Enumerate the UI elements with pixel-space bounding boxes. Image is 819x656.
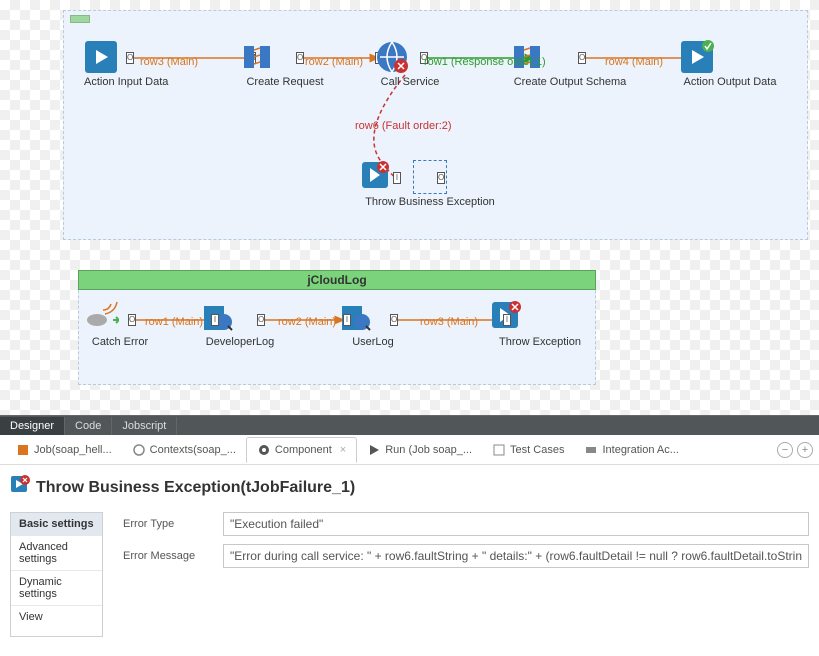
- input-icon: [84, 40, 118, 74]
- maximize-button[interactable]: +: [797, 442, 813, 458]
- error-type-label: Error Type: [123, 518, 223, 530]
- conn-label: row3 (Main): [420, 316, 478, 328]
- xml-map-icon: [240, 40, 274, 74]
- tab-job[interactable]: Job(soap_hell...: [6, 438, 122, 462]
- tab-integration[interactable]: Integration Ac...: [574, 438, 688, 462]
- job-icon: [16, 443, 30, 457]
- test-icon: [492, 443, 506, 457]
- satellite-icon: [85, 300, 119, 334]
- contexts-icon: [132, 443, 146, 457]
- nav-dynamic-settings[interactable]: Dynamic settings: [11, 571, 102, 606]
- conn-label: row2 (Main): [305, 56, 363, 68]
- tab-test[interactable]: Test Cases: [482, 438, 574, 462]
- design-canvas[interactable]: jCloudLog M O M O I O M O M I O Actio: [0, 0, 819, 415]
- tab-component[interactable]: Component ×: [246, 437, 357, 463]
- close-icon[interactable]: ×: [340, 444, 346, 456]
- node-action-output[interactable]: Action Output Data: [680, 40, 780, 88]
- error-message-input[interactable]: "Error during call service: " + row6.fau…: [223, 544, 809, 568]
- port: I: [211, 314, 219, 326]
- port: I: [343, 314, 351, 326]
- properties-nav: Basic settings Advanced settings Dynamic…: [10, 512, 103, 637]
- conn-label: row2 (Main): [278, 316, 336, 328]
- port: O: [128, 314, 136, 326]
- nav-view[interactable]: View: [11, 606, 102, 636]
- conn-label: row1 (Main): [145, 316, 203, 328]
- tab-code[interactable]: Code: [65, 417, 112, 435]
- bottom-tabs-bar: Job(soap_hell... Contexts(soap_... Compo…: [0, 435, 819, 465]
- play-icon: [367, 443, 381, 457]
- nav-advanced-settings[interactable]: Advanced settings: [11, 536, 102, 571]
- port: O: [257, 314, 265, 326]
- tab-run[interactable]: Run (Job soap_...: [357, 438, 482, 462]
- editor-tabs-bar: Designer Code Jobscript: [0, 415, 819, 435]
- properties-panel: Throw Business Exception(tJobFailure_1) …: [0, 465, 819, 637]
- error-type-input[interactable]: "Execution failed": [223, 512, 809, 536]
- port: O: [390, 314, 398, 326]
- failure-icon: [360, 160, 390, 190]
- globe-icon: [375, 40, 409, 74]
- nav-basic-settings[interactable]: Basic settings: [11, 513, 102, 536]
- conn-label: row4 (Main): [605, 56, 663, 68]
- error-message-label: Error Message: [123, 550, 223, 562]
- conn-label: row6 (Fault order:2): [355, 120, 452, 132]
- conn-label: row1 (Response order:1): [424, 56, 546, 68]
- minimize-button[interactable]: −: [777, 442, 793, 458]
- tab-designer[interactable]: Designer: [0, 417, 65, 435]
- integration-icon: [584, 443, 598, 457]
- component-icon: [257, 443, 271, 457]
- output-icon: [680, 40, 714, 74]
- properties-title: Throw Business Exception(tJobFailure_1): [36, 479, 355, 497]
- failure-icon: [10, 475, 30, 500]
- tab-contexts[interactable]: Contexts(soap_...: [122, 438, 246, 462]
- port: I: [503, 314, 511, 326]
- tab-jobscript[interactable]: Jobscript: [112, 417, 177, 435]
- conn-label: row3 (Main): [140, 56, 198, 68]
- node-throw-business-exception[interactable]: Throw Business Exception: [360, 160, 500, 208]
